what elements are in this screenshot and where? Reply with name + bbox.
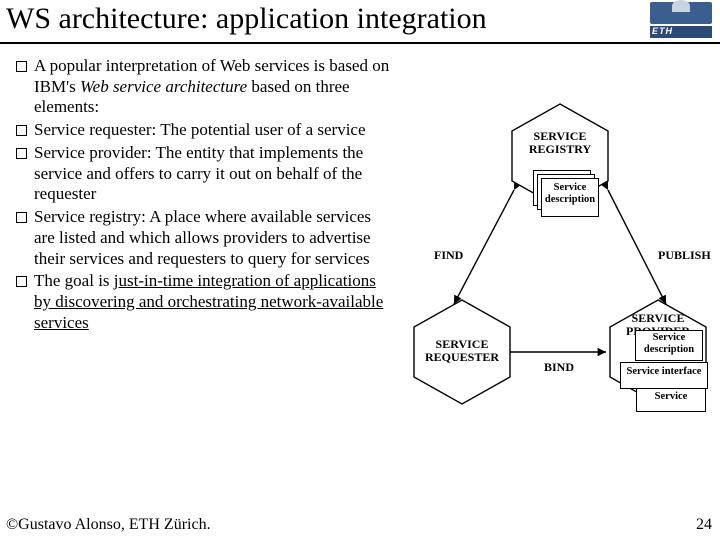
bullet-text: Service provider: The entity that implem…	[34, 143, 363, 203]
slide-title: WS architecture: application integration	[6, 2, 487, 36]
hex-label: SERVICE REGISTRY	[504, 130, 616, 156]
title-underline	[0, 42, 720, 44]
box-text: description	[545, 194, 595, 205]
hex-label-line: SERVICE	[534, 129, 587, 143]
hex-requester: SERVICE REQUESTER	[406, 296, 518, 408]
provider-service: Service	[636, 388, 706, 412]
edge-label-publish: PUBLISH	[658, 248, 711, 263]
hex-label-line: REGISTRY	[529, 142, 591, 156]
bullet-text: Service registry: A place where availabl…	[34, 207, 371, 267]
ws-diagram: FIND PUBLISH BIND SERVICE REGISTRY Servi…	[406, 100, 716, 470]
provider-service-description: Service description	[635, 330, 703, 361]
bullet-item: The goal is just-in-time integration of …	[16, 271, 396, 333]
bullet-list: A popular interpretation of Web services…	[16, 56, 396, 336]
logo-text: ETH	[650, 26, 712, 38]
provider-service-interface: Service interface	[620, 362, 708, 389]
footer-copyright: ©Gustavo Alonso, ETH Zürich.	[6, 516, 211, 534]
bullet-item: Service registry: A place where availabl…	[16, 207, 396, 269]
slide: WS architecture: application integration…	[0, 0, 720, 540]
service-desc-stack-front: Service description	[541, 178, 599, 217]
edge-label-find: FIND	[434, 248, 463, 263]
bullet-text: The goal is	[34, 271, 114, 290]
eth-logo: ETH	[650, 2, 712, 36]
hex-label: SERVICE REQUESTER	[406, 338, 518, 364]
hex-label-line: SERVICE	[436, 337, 489, 351]
bullet-text: Service requester: The potential user of…	[34, 120, 366, 139]
bullet-item: Service provider: The entity that implem…	[16, 143, 396, 205]
box-text: Service	[554, 182, 587, 193]
bullet-item: Service requester: The potential user of…	[16, 120, 396, 141]
bullet-emph: Web service architecture	[80, 77, 247, 96]
footer-page: 24	[696, 516, 712, 534]
edge-label-bind: BIND	[544, 360, 574, 375]
hex-label-line: SERVICE	[632, 311, 685, 325]
hex-label-line: REQUESTER	[425, 350, 499, 364]
logo-dome-icon	[672, 0, 690, 12]
bullet-item: A popular interpretation of Web services…	[16, 56, 396, 118]
